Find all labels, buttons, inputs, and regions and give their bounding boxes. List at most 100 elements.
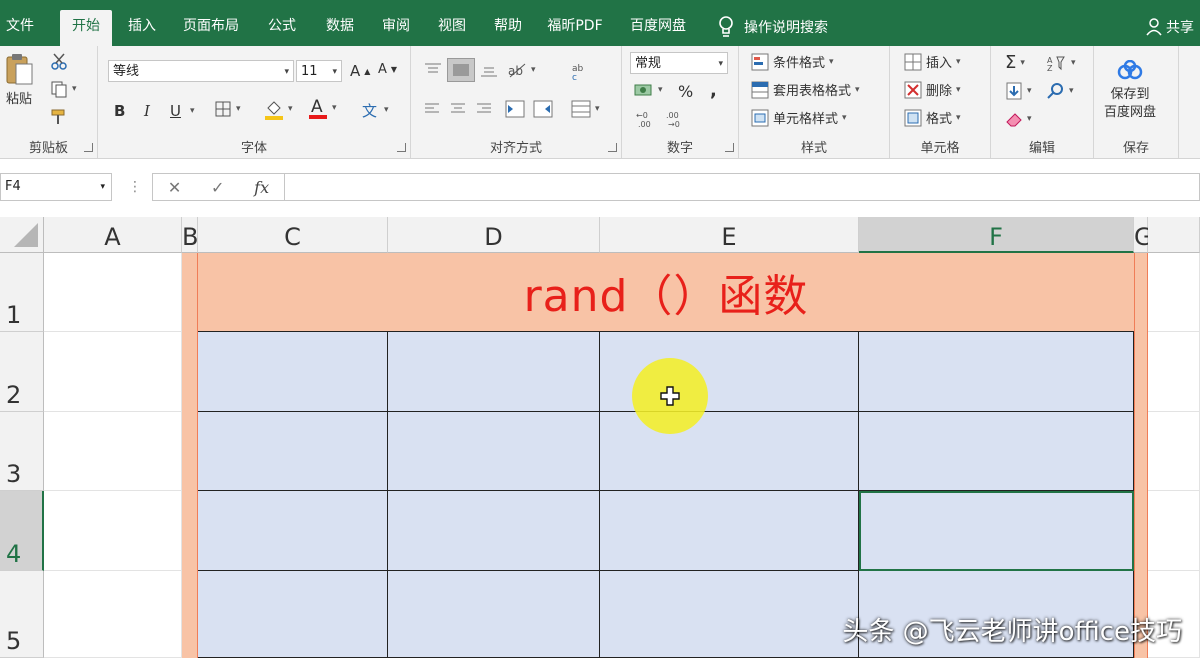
column-header-e[interactable]: E — [600, 217, 859, 253]
conditional-formatting-button[interactable]: 条件格式 ▾ — [751, 52, 834, 71]
font-size-combo[interactable]: 11 ▾ — [296, 60, 342, 82]
decrease-decimal-button[interactable]: .00 →0 — [666, 110, 688, 128]
select-all-button[interactable] — [0, 217, 44, 253]
tab-page-layout[interactable]: 页面布局 — [178, 10, 244, 46]
phonetic-button[interactable]: 文 ▾ — [360, 100, 389, 120]
percent-style-button[interactable]: % — [678, 82, 693, 101]
cell-d5[interactable] — [388, 571, 600, 658]
cell-styles-button[interactable]: 单元格样式 ▾ — [751, 108, 847, 127]
copy-button[interactable]: ▾ — [50, 80, 77, 98]
cell-a3[interactable] — [44, 412, 182, 491]
accounting-format-button[interactable]: ▾ — [634, 82, 663, 98]
align-middle-button[interactable] — [447, 58, 475, 82]
fill-color-button[interactable]: ▾ — [264, 98, 293, 120]
row-header-5[interactable]: 5 — [0, 571, 44, 658]
title-cell-c1-f1[interactable]: rand（）函数 — [198, 253, 1134, 332]
tell-me-search[interactable]: 操作说明搜索 — [718, 12, 828, 42]
tab-file[interactable]: 文件 — [0, 10, 40, 46]
cell-h1[interactable] — [1148, 253, 1200, 332]
cell-c2[interactable] — [198, 332, 388, 412]
cell-b-column[interactable] — [182, 253, 198, 658]
cell-e5[interactable] — [600, 571, 859, 658]
cell-e3[interactable] — [600, 412, 859, 491]
bold-button[interactable]: B — [114, 102, 125, 120]
confirm-entry-button[interactable]: ✓ — [211, 178, 224, 197]
cell-d4[interactable] — [388, 491, 600, 571]
column-header-a[interactable]: A — [44, 217, 182, 253]
clipboard-launcher-icon[interactable] — [84, 143, 93, 152]
comma-style-button[interactable]: , — [710, 80, 717, 101]
tab-baidu-netdisk[interactable]: 百度网盘 — [624, 10, 692, 46]
row-header-4[interactable]: 4 — [0, 491, 44, 571]
cell-f2[interactable] — [859, 332, 1134, 412]
format-painter-button[interactable] — [50, 108, 68, 126]
cell-h3[interactable] — [1148, 412, 1200, 491]
clear-button[interactable]: ▾ — [1005, 110, 1032, 128]
underline-button[interactable]: U — [170, 102, 181, 120]
insert-cells-button[interactable]: 插入 ▾ — [904, 52, 961, 71]
row-header-1[interactable]: 1 — [0, 253, 44, 332]
tab-formulas[interactable]: 公式 — [260, 10, 304, 46]
column-header-c[interactable]: C — [198, 217, 388, 253]
tab-view[interactable]: 视图 — [430, 10, 474, 46]
cell-h2[interactable] — [1148, 332, 1200, 412]
cut-button[interactable] — [50, 52, 68, 70]
find-select-button[interactable]: ▾ — [1047, 82, 1074, 100]
row-header-3[interactable]: 3 — [0, 412, 44, 491]
alignment-launcher-icon[interactable] — [608, 143, 617, 152]
fill-button[interactable]: ▾ — [1005, 82, 1032, 100]
decrease-indent-button[interactable] — [505, 100, 525, 118]
increase-decimal-button[interactable]: ←0.00 — [636, 110, 658, 128]
align-top-button[interactable] — [423, 62, 443, 78]
format-cells-button[interactable]: 格式 ▾ — [904, 108, 961, 127]
column-header-g[interactable]: G — [1134, 217, 1153, 253]
tab-insert[interactable]: 插入 — [120, 10, 164, 46]
font-launcher-icon[interactable] — [397, 143, 406, 152]
borders-button[interactable]: ▾ — [214, 100, 241, 118]
paste-button[interactable]: 粘贴 — [4, 52, 34, 107]
save-to-baidu-netdisk-button[interactable]: 保存到 百度网盘 — [1104, 60, 1156, 122]
cell-a5[interactable] — [44, 571, 182, 658]
underline-dropdown-icon[interactable]: ▾ — [190, 106, 195, 116]
font-name-combo[interactable]: 等线 ▾ — [108, 60, 294, 82]
cell-c3[interactable] — [198, 412, 388, 491]
align-right-button[interactable] — [475, 102, 493, 116]
number-launcher-icon[interactable] — [725, 143, 734, 152]
increase-font-size-button[interactable]: A ▲ — [350, 62, 370, 80]
insert-function-button[interactable]: fx — [254, 178, 269, 197]
column-header-b[interactable]: B — [182, 217, 198, 253]
italic-button[interactable]: I — [144, 102, 150, 120]
copy-dropdown-icon[interactable]: ▾ — [72, 84, 77, 94]
column-header-f[interactable]: F — [859, 217, 1134, 253]
cell-g-column[interactable] — [1134, 253, 1148, 658]
number-format-combo[interactable]: 常规 ▾ — [630, 52, 728, 74]
cell-e4[interactable] — [600, 491, 859, 571]
cell-d2[interactable] — [388, 332, 600, 412]
formula-input[interactable] — [284, 173, 1200, 201]
align-center-button[interactable] — [449, 102, 467, 116]
cell-c4[interactable] — [198, 491, 388, 571]
share-button[interactable]: 共享 — [1146, 12, 1194, 42]
cell-h4[interactable] — [1148, 491, 1200, 571]
autosum-button[interactable]: Σ ▾ — [1005, 52, 1025, 73]
cell-a1[interactable] — [44, 253, 182, 332]
column-header-h[interactable] — [1148, 217, 1200, 253]
cancel-entry-button[interactable]: ✕ — [168, 178, 181, 197]
cell-d3[interactable] — [388, 412, 600, 491]
sort-filter-button[interactable]: AZ ▾ — [1047, 54, 1076, 72]
cell-f4[interactable] — [859, 491, 1134, 571]
cell-a4[interactable] — [44, 491, 182, 571]
format-as-table-button[interactable]: 套用表格格式 ▾ — [751, 80, 860, 99]
merge-center-button[interactable]: ▾ — [571, 100, 600, 118]
tab-foxit-pdf[interactable]: 福昕PDF — [542, 10, 608, 46]
cell-c5[interactable] — [198, 571, 388, 658]
row-header-2[interactable]: 2 — [0, 332, 44, 412]
column-header-d[interactable]: D — [388, 217, 600, 253]
align-left-button[interactable] — [423, 102, 441, 116]
tab-data[interactable]: 数据 — [318, 10, 362, 46]
orientation-button[interactable]: ab ▾ — [507, 62, 536, 78]
name-box[interactable]: F4 ▾ — [0, 173, 112, 201]
tab-help[interactable]: 帮助 — [486, 10, 530, 46]
tab-home[interactable]: 开始 — [60, 10, 112, 46]
cell-f3[interactable] — [859, 412, 1134, 491]
